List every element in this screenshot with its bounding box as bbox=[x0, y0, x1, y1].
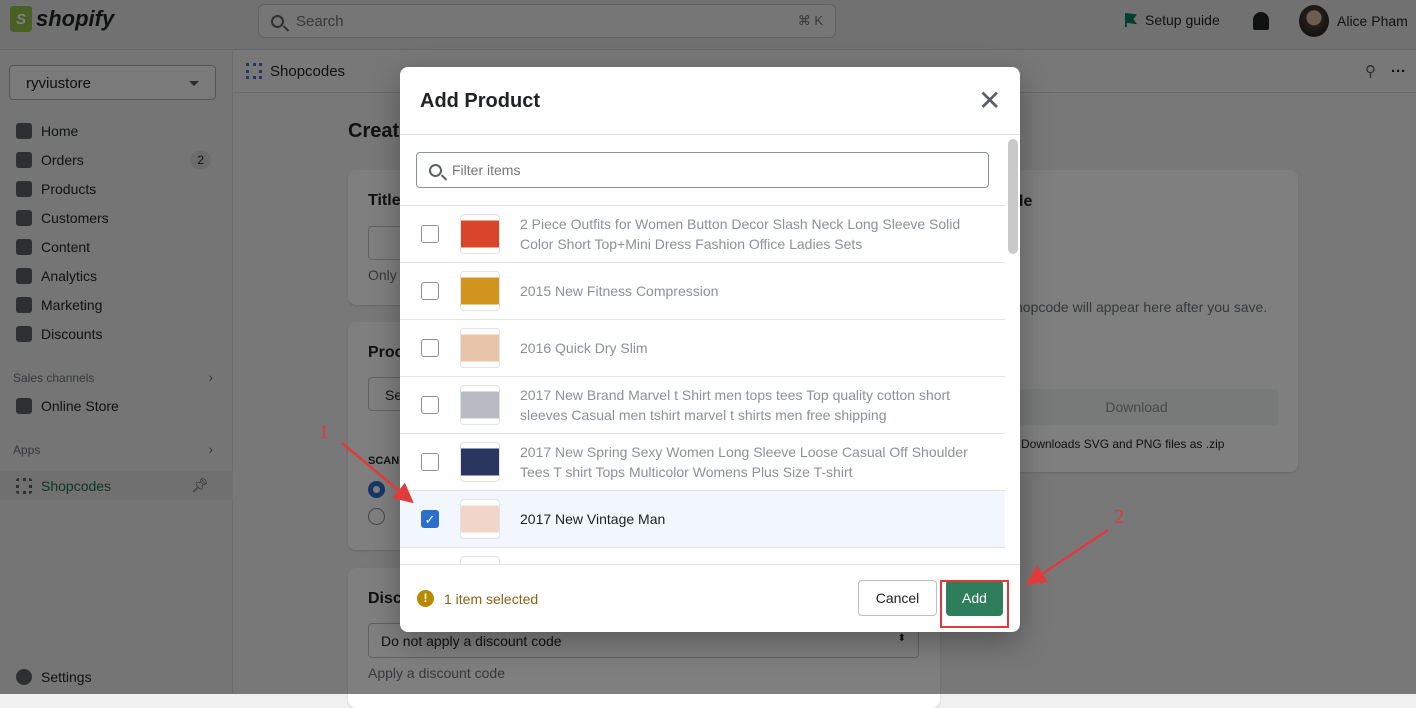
step-2-label: 2 bbox=[1114, 506, 1124, 528]
annotation-arrows bbox=[341, 442, 1109, 585]
step-1-label: 1 bbox=[319, 421, 329, 443]
arrow-step-1 bbox=[341, 442, 414, 504]
arrow-step-2 bbox=[1025, 528, 1109, 585]
